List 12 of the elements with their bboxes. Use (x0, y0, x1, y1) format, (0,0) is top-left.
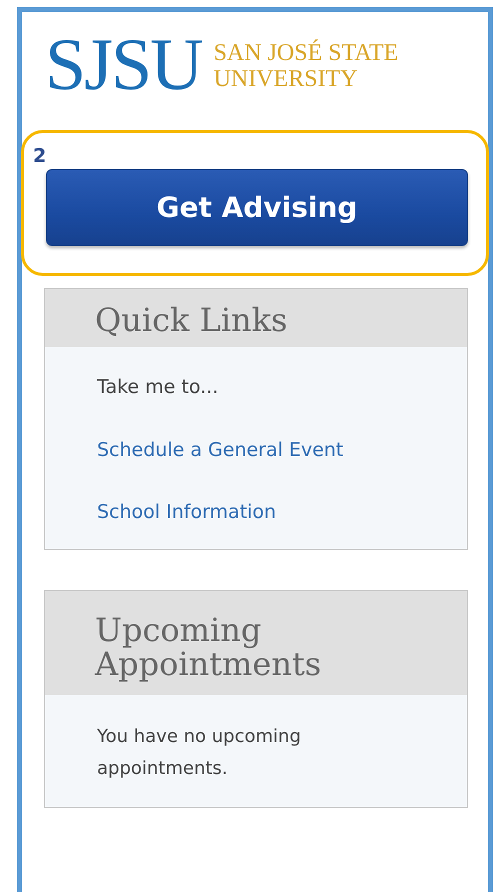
panel-title: Appointments (95, 646, 322, 680)
intro-text: Take me to... (97, 375, 220, 400)
step-number: 2 (33, 146, 46, 166)
panel-title: Upcoming (95, 612, 262, 646)
get-advising-button[interactable]: Get Advising (46, 169, 468, 246)
quick-link[interactable]: Schedule a General Event (97, 436, 344, 464)
university-name: SAN JOSÉ STATE (214, 40, 398, 66)
logo-mark: SJSU (45, 34, 202, 96)
university-name: UNIVERSITY (214, 66, 359, 92)
quick-link[interactable]: School Information (97, 498, 276, 526)
empty-message: You have no upcoming appointments. (97, 724, 302, 780)
panel-title: Quick Links (45, 289, 467, 347)
